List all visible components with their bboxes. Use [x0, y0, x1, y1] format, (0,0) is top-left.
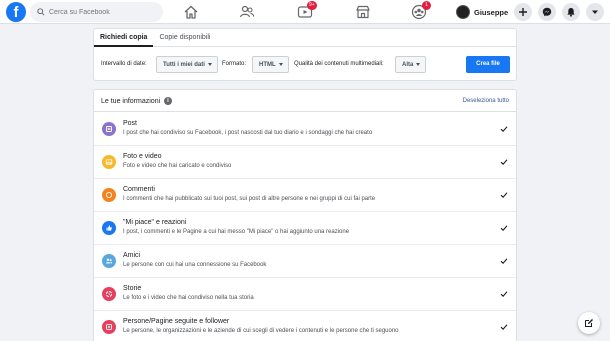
- new-message-button[interactable]: [578, 312, 600, 334]
- like-icon: [102, 221, 116, 235]
- list-item[interactable]: Post I post che hai condiviso su Faceboo…: [94, 113, 516, 146]
- checkmark-icon[interactable]: [500, 224, 508, 232]
- search-box[interactable]: [30, 2, 163, 22]
- deselect-all-link[interactable]: Deseleziona tutto: [463, 98, 509, 104]
- caret-down-icon: [592, 10, 598, 14]
- friends-icon: [239, 5, 255, 18]
- checkmark-icon[interactable]: [500, 158, 508, 166]
- marketplace-icon: [356, 5, 370, 19]
- format-dropdown[interactable]: HTML: [252, 56, 289, 73]
- nav-friends[interactable]: [239, 4, 255, 20]
- search-icon: [37, 8, 45, 16]
- top-navigation-bar: f 9+ 1 Giuseppe: [0, 0, 610, 24]
- stories-icon: [102, 287, 116, 301]
- media-quality-label: Qualità dei contenuti multimediali:: [294, 61, 384, 67]
- list-item-title: "Mi piace" e reazioni: [123, 219, 187, 226]
- list-item-description: Le foto e i video che hai condiviso nell…: [123, 295, 254, 301]
- info-header: Le tue informazioni i Deseleziona tutto: [94, 90, 516, 112]
- list-item-description: Le persone, le organizzazioni e le azien…: [123, 328, 399, 334]
- watch-badge: 9+: [307, 1, 317, 10]
- bell-icon: [567, 8, 575, 17]
- plus-icon: [519, 8, 527, 16]
- list-item-title: Amici: [123, 252, 141, 259]
- checkmark-icon[interactable]: [500, 290, 508, 298]
- download-request-panel: Richiedi copia Copie disponibili Interva…: [93, 28, 517, 81]
- media-quality-dropdown[interactable]: Alta: [395, 56, 427, 73]
- avatar: [456, 5, 470, 19]
- checkmark-icon[interactable]: [500, 191, 508, 199]
- date-range-value: Tutti i miei dati: [163, 62, 205, 68]
- notifications-button[interactable]: [562, 3, 580, 21]
- list-item-title: Commenti: [123, 186, 155, 193]
- compose-icon: [585, 319, 593, 327]
- list-item-description: I post che hai condiviso su Facebook, i …: [123, 130, 373, 136]
- tab-request-copy[interactable]: Richiedi copia: [94, 29, 154, 47]
- photo-icon: [102, 155, 116, 169]
- checkmark-icon[interactable]: [500, 323, 508, 331]
- list-item[interactable]: Amici Le persone con cui hai una conness…: [94, 245, 516, 278]
- list-item[interactable]: Foto e video Foto e video che hai carica…: [94, 146, 516, 179]
- create-button[interactable]: [514, 3, 532, 21]
- list-item[interactable]: Storie Le foto e i video che hai condivi…: [94, 278, 516, 311]
- format-label: Formato:: [222, 61, 247, 67]
- checkmark-icon[interactable]: [500, 257, 508, 265]
- info-title: Le tue informazioni: [101, 98, 161, 105]
- checkmark-icon[interactable]: [500, 125, 508, 133]
- profile-button[interactable]: Giuseppe: [454, 3, 513, 21]
- list-item[interactable]: Commenti I commenti che hai pubblicato s…: [94, 179, 516, 212]
- messenger-button[interactable]: [538, 3, 556, 21]
- info-icon[interactable]: i: [164, 97, 172, 105]
- nav-groups[interactable]: 1: [411, 1, 431, 20]
- chevron-down-icon: [278, 62, 283, 66]
- list-item-title: Post: [123, 120, 138, 127]
- list-item-description: Foto e video che hai caricato e condivis…: [123, 163, 232, 169]
- download-options: Intervallo di date: Tutti i miei dati Fo…: [94, 54, 516, 76]
- chevron-down-icon: [207, 62, 212, 66]
- nav-home[interactable]: [183, 4, 199, 20]
- date-range-dropdown[interactable]: Tutti i miei dati: [156, 56, 218, 73]
- groups-badge: 1: [422, 1, 431, 10]
- friends-icon: [102, 254, 116, 268]
- list-item-title: Storie: [123, 285, 142, 292]
- list-item-description: Le persone con cui hai una connessione s…: [123, 262, 267, 268]
- follow-icon: [102, 320, 116, 334]
- messenger-icon: [542, 7, 552, 17]
- chevron-down-icon: [416, 62, 421, 66]
- comment-icon: [102, 188, 116, 202]
- tab-bar: Richiedi copia Copie disponibili: [94, 29, 516, 47]
- list-item-title: Foto e video: [123, 153, 162, 160]
- create-file-button[interactable]: Crea file: [466, 56, 510, 73]
- format-value: HTML: [259, 62, 276, 68]
- list-item[interactable]: Persone/Pagine seguite e follower Le per…: [94, 311, 516, 341]
- list-item-description: I post, i commenti e le Pagine a cui hai…: [123, 229, 350, 235]
- nav-watch[interactable]: 9+: [297, 1, 317, 20]
- list-item-description: I commenti che hai pubblicato sui tuoi p…: [123, 196, 376, 202]
- date-range-label: Intervallo di date:: [101, 61, 147, 67]
- search-input[interactable]: [49, 8, 159, 16]
- home-icon: [184, 5, 198, 19]
- tab-available-copies[interactable]: Copie disponibili: [153, 29, 216, 47]
- your-information-panel: Le tue informazioni i Deseleziona tutto …: [93, 89, 517, 341]
- media-quality-value: Alta: [402, 62, 414, 68]
- list-item[interactable]: "Mi piace" e reazioni I post, i commenti…: [94, 212, 516, 245]
- facebook-logo[interactable]: f: [6, 2, 26, 22]
- list-item-title: Persone/Pagine seguite e follower: [123, 318, 230, 325]
- account-menu-button[interactable]: [586, 3, 604, 21]
- post-icon: [102, 122, 116, 136]
- nav-marketplace[interactable]: [355, 4, 371, 20]
- profile-name: Giuseppe: [474, 7, 509, 17]
